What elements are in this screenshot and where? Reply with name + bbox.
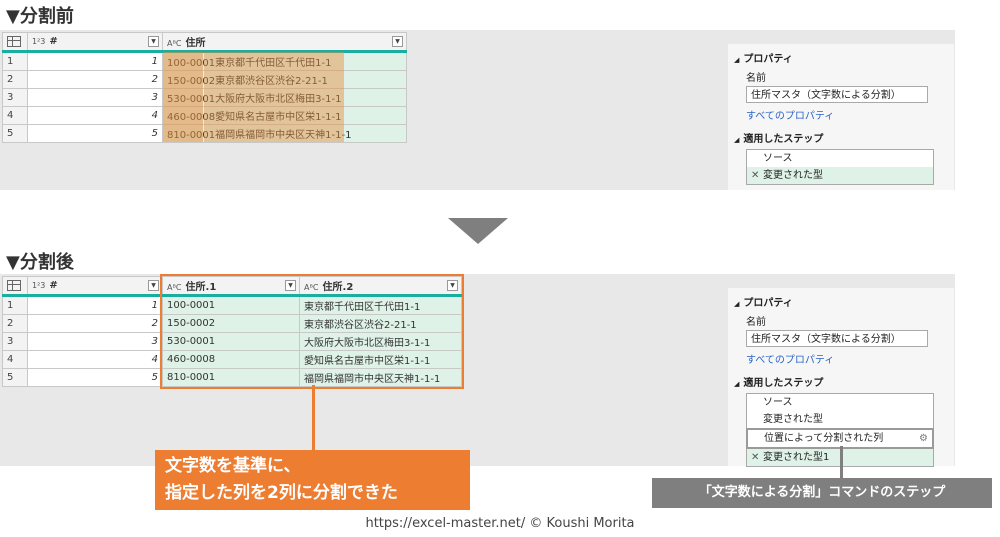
column-header-address[interactable]: AᴮC 住所 ▼ (162, 32, 407, 53)
chevron-down-icon[interactable]: ▼ (148, 280, 159, 291)
table-icon (7, 35, 21, 47)
callout-line-1: 文字数を基準に、 (165, 456, 301, 476)
column-header-number[interactable]: 1²3 # ▼ (27, 276, 163, 297)
gray-callout: 「文字数による分割」コマンドのステップ (652, 478, 992, 508)
row-number: 5 (2, 124, 28, 143)
number-cell[interactable]: 3 (27, 332, 163, 351)
column-header-label: # (49, 36, 58, 47)
footer-credit: https://excel-master.net/ © Koushi Morit… (365, 516, 635, 531)
row-number: 5 (2, 368, 28, 387)
step-changed-type[interactable]: 変更された型 (747, 411, 933, 428)
row-number: 1 (2, 51, 28, 71)
row-number: 3 (2, 332, 28, 351)
chevron-down-icon[interactable]: ▼ (148, 36, 159, 47)
number-type-icon: 1²3 (32, 37, 46, 46)
column-header-label: 住所 (185, 38, 206, 49)
chevron-down-icon[interactable]: ▼ (392, 36, 403, 47)
number-cell[interactable]: 5 (27, 368, 163, 387)
applied-steps-header[interactable]: ◢ 適用したステップ (734, 374, 954, 389)
orange-callout: 文字数を基準に、 指定した列を2列に分割できた (155, 450, 470, 510)
row-number: 1 (2, 295, 28, 315)
row-number: 4 (2, 106, 28, 125)
orange-connector-line (312, 385, 315, 450)
number-cell[interactable]: 1 (27, 295, 163, 315)
table-icon (7, 279, 21, 291)
highlight-postal-code (163, 52, 203, 142)
step-source[interactable]: ソース (747, 150, 933, 167)
number-cell[interactable]: 2 (27, 70, 163, 89)
number-cell[interactable]: 2 (27, 314, 163, 333)
table-menu-button[interactable] (2, 32, 28, 53)
number-cell[interactable]: 3 (27, 88, 163, 107)
applied-steps-header[interactable]: ◢ 適用したステップ (734, 130, 954, 145)
properties-header[interactable]: ◢ プロパティ (734, 294, 954, 309)
down-arrow-icon (448, 218, 508, 244)
highlight-address-text (204, 52, 344, 142)
delete-step-icon[interactable]: ✕ (751, 167, 759, 184)
row-number: 2 (2, 314, 28, 333)
collapse-triangle-icon: ◢ (734, 380, 740, 388)
delete-step-icon[interactable]: ✕ (751, 449, 759, 466)
step-source[interactable]: ソース (747, 394, 933, 411)
number-cell[interactable]: 4 (27, 106, 163, 125)
row-number: 3 (2, 88, 28, 107)
number-type-icon: 1²3 (32, 281, 46, 290)
row-number: 4 (2, 350, 28, 369)
column-header-label: # (49, 280, 58, 291)
column-header-number[interactable]: 1²3 # ▼ (27, 32, 163, 53)
collapse-triangle-icon: ◢ (734, 56, 740, 64)
after-properties-pane: ◢ プロパティ 名前 住所マスタ（文字数による分割） すべてのプロパティ ◢ 適用し… (728, 288, 954, 467)
gear-icon[interactable]: ⚙ (919, 430, 928, 447)
callout-line-2: 指定した列を2列に分割できた (165, 483, 398, 503)
number-cell[interactable]: 1 (27, 51, 163, 71)
text-type-icon: AᴮC (167, 39, 182, 48)
number-cell[interactable]: 5 (27, 124, 163, 143)
number-cell[interactable]: 4 (27, 350, 163, 369)
applied-steps-list: ソース ✕ 変更された型 (746, 149, 934, 185)
before-section-title: ▼分割前 (6, 6, 74, 27)
query-name-field[interactable]: 住所マスタ（文字数による分割） (746, 86, 928, 103)
before-properties-pane: ◢ プロパティ 名前 住所マスタ（文字数による分割） すべてのプロパティ ◢ 適用し… (728, 44, 954, 190)
split-columns-outline (160, 274, 464, 389)
all-properties-link[interactable]: すべてのプロパティ (746, 107, 954, 122)
all-properties-link[interactable]: すべてのプロパティ (746, 351, 954, 366)
collapse-triangle-icon: ◢ (734, 300, 740, 308)
name-label: 名前 (746, 73, 766, 84)
row-number: 2 (2, 70, 28, 89)
after-section-title: ▼分割後 (6, 252, 74, 273)
step-changed-type[interactable]: ✕ 変更された型 (747, 167, 933, 184)
collapse-triangle-icon: ◢ (734, 136, 740, 144)
name-label: 名前 (746, 317, 766, 328)
properties-header[interactable]: ◢ プロパティ (734, 50, 954, 65)
gray-connector-line (840, 446, 843, 478)
query-name-field[interactable]: 住所マスタ（文字数による分割） (746, 330, 928, 347)
table-menu-button[interactable] (2, 276, 28, 297)
